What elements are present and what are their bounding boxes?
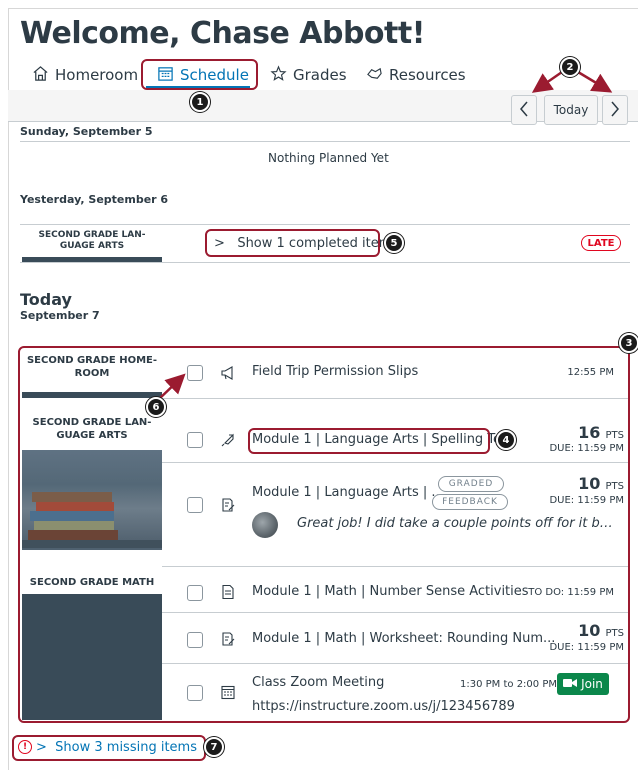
- callout-badge: 7: [204, 737, 224, 757]
- callout-badge: 1: [190, 92, 210, 112]
- callout-badge: 5: [384, 233, 404, 253]
- callout-badge: 2: [560, 57, 580, 77]
- callout-badge: 4: [496, 430, 516, 450]
- callout-badge: 3: [619, 333, 638, 353]
- callout-arrows: [157, 70, 613, 401]
- callout-badge: 6: [146, 397, 166, 417]
